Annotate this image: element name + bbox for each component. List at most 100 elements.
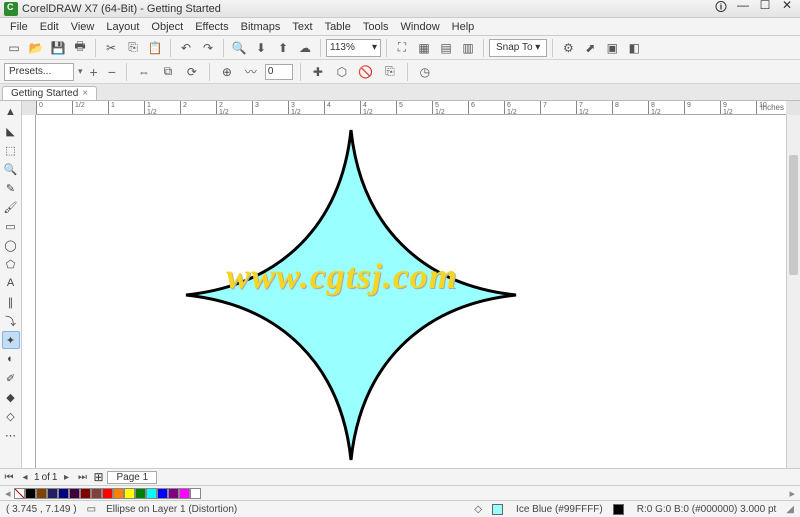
preset-combo[interactable]: Presets... <box>4 63 74 81</box>
menu-object[interactable]: Object <box>145 21 189 33</box>
palette-scroll-left[interactable]: ◂ <box>2 487 14 500</box>
connector-tool[interactable]: ⤵ <box>2 312 20 330</box>
canvas[interactable]: www.cgtsj.com <box>36 115 786 468</box>
save-button[interactable]: 💾 <box>48 38 68 58</box>
color-swatch[interactable] <box>47 488 58 499</box>
center-button[interactable]: ⊕ <box>217 62 237 82</box>
add-page-button[interactable]: ⊞ <box>91 470 105 484</box>
color-swatch[interactable] <box>168 488 179 499</box>
menu-edit[interactable]: Edit <box>34 21 65 33</box>
color-swatch[interactable] <box>69 488 80 499</box>
page-prev-button[interactable]: ◂ <box>18 472 32 483</box>
welcome-button[interactable]: ▣ <box>602 38 622 58</box>
outline-tool[interactable]: ◇ <box>2 407 20 425</box>
menu-bitmaps[interactable]: Bitmaps <box>235 21 287 33</box>
shape-tool[interactable]: ◣ <box>2 122 20 140</box>
pushpull-button[interactable]: ⇔ <box>134 62 154 82</box>
zoom-tool[interactable]: 🔍 <box>2 160 20 178</box>
rulers-button[interactable]: ▦ <box>414 38 434 58</box>
color-swatch[interactable] <box>102 488 113 499</box>
crop-tool[interactable]: ⬚ <box>2 141 20 159</box>
resize-grip-icon[interactable]: ◢ <box>786 504 794 515</box>
zipper-button[interactable]: ⧉ <box>158 62 178 82</box>
color-swatch[interactable] <box>146 488 157 499</box>
menu-view[interactable]: View <box>65 21 101 33</box>
remove-preset-button[interactable]: − <box>105 64 119 80</box>
parallel-tool[interactable]: ∥ <box>2 293 20 311</box>
add-node-button[interactable]: ✚ <box>308 62 328 82</box>
cut-button[interactable]: ✂ <box>101 38 121 58</box>
print-button[interactable]: 🖶 <box>70 38 90 58</box>
transparency-tool[interactable]: ◐ <box>2 350 20 368</box>
scrollbar-vertical[interactable] <box>786 115 800 468</box>
page-first-button[interactable]: ⏮ <box>2 472 16 483</box>
outline-swatch-icon[interactable] <box>613 504 624 515</box>
color-swatch[interactable] <box>135 488 146 499</box>
grid-button[interactable]: ▤ <box>436 38 456 58</box>
text-tool[interactable]: A <box>2 274 20 292</box>
page-next-button[interactable]: ▸ <box>59 472 73 483</box>
ruler-horizontal[interactable]: 0 1/2 1 1 1/2 2 2 1/2 3 3 1/2 4 4 1/2 5 … <box>36 101 786 115</box>
fill-tool[interactable]: ◆ <box>2 388 20 406</box>
menu-window[interactable]: Window <box>395 21 446 33</box>
close-tab-icon[interactable]: × <box>82 88 88 99</box>
effects-tool[interactable]: ✦ <box>2 331 20 349</box>
redo-button[interactable]: ↷ <box>198 38 218 58</box>
copy-button[interactable]: ⎘ <box>123 38 143 58</box>
maximize-button[interactable]: ☐ <box>756 0 774 19</box>
open-button[interactable]: 📂 <box>26 38 46 58</box>
search-button[interactable]: 🔍 <box>229 38 249 58</box>
color-swatch[interactable] <box>157 488 168 499</box>
page-last-button[interactable]: ⏭ <box>75 472 89 483</box>
ruler-vertical[interactable] <box>22 115 36 468</box>
help-icon[interactable]: 🛈 <box>712 0 730 19</box>
more-button[interactable]: ◷ <box>415 62 435 82</box>
pick-tool[interactable]: ▲ <box>2 103 20 121</box>
guides-button[interactable]: ▥ <box>458 38 478 58</box>
menu-help[interactable]: Help <box>446 21 481 33</box>
close-button[interactable]: ✕ <box>778 0 796 19</box>
amplitude-field[interactable]: 0 <box>265 64 293 80</box>
color-swatch[interactable] <box>179 488 190 499</box>
freehand-tool[interactable]: ✎ <box>2 179 20 197</box>
eyedropper-tool[interactable]: ✐ <box>2 369 20 387</box>
publish-button[interactable]: ☁ <box>295 38 315 58</box>
rectangle-tool[interactable]: ▭ <box>2 217 20 235</box>
chevron-down-icon[interactable]: ▾ <box>78 66 83 77</box>
snap-combo[interactable]: Snap To ▾ <box>489 39 547 57</box>
menu-file[interactable]: File <box>4 21 34 33</box>
menu-tools[interactable]: Tools <box>357 21 395 33</box>
color-swatch[interactable] <box>124 488 135 499</box>
color-swatch[interactable] <box>190 488 201 499</box>
zoom-combo[interactable]: 113%▾ <box>326 39 381 57</box>
color-swatch[interactable] <box>58 488 69 499</box>
menu-table[interactable]: Table <box>319 21 357 33</box>
launch-button[interactable]: ⬈ <box>580 38 600 58</box>
document-tab[interactable]: Getting Started × <box>2 86 97 100</box>
page-tab[interactable]: Page 1 <box>107 471 157 484</box>
no-fill-swatch[interactable] <box>14 488 25 499</box>
color-swatch[interactable] <box>25 488 36 499</box>
export-button[interactable]: ⬆ <box>273 38 293 58</box>
copy-props-button[interactable]: ⎘ <box>380 62 400 82</box>
undo-button[interactable]: ↶ <box>176 38 196 58</box>
new-button[interactable]: ▭ <box>4 38 24 58</box>
fullscreen-button[interactable]: ⛶ <box>392 38 412 58</box>
color-swatch[interactable] <box>36 488 47 499</box>
menu-effects[interactable]: Effects <box>189 21 234 33</box>
color-swatch[interactable] <box>91 488 102 499</box>
fill-swatch-icon[interactable] <box>492 504 503 515</box>
minimize-button[interactable]: — <box>734 0 752 19</box>
ellipse-tool[interactable]: ◯ <box>2 236 20 254</box>
add-preset-button[interactable]: + <box>87 64 101 80</box>
options-button[interactable]: ⚙ <box>558 38 578 58</box>
clear-button[interactable]: 🚫 <box>356 62 376 82</box>
palette-scroll-right[interactable]: ▸ <box>786 487 798 500</box>
convert-button[interactable]: ⬡ <box>332 62 352 82</box>
import-button[interactable]: ⬇ <box>251 38 271 58</box>
app-button[interactable]: ◧ <box>624 38 644 58</box>
color-swatch[interactable] <box>113 488 124 499</box>
color-swatch[interactable] <box>80 488 91 499</box>
twister-button[interactable]: ⟳ <box>182 62 202 82</box>
artistic-tool[interactable]: 🖌 <box>2 198 20 216</box>
